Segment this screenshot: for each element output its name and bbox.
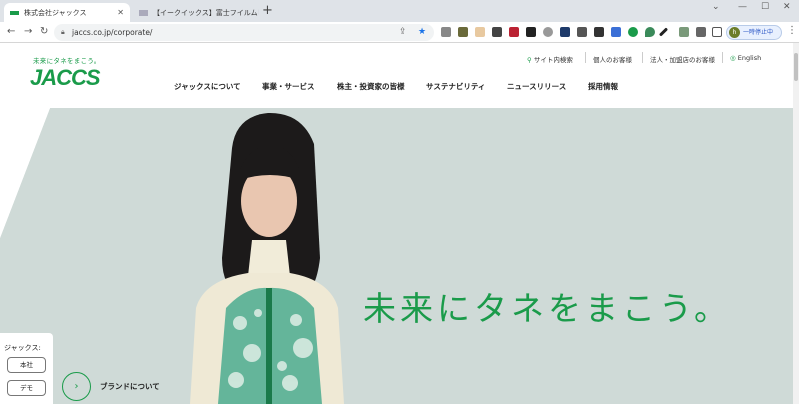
- side-panel-icon[interactable]: [712, 27, 722, 37]
- browser-toolbar: ← → ↻ 🔒︎ jaccs.co.jp/corporate/ ⇪ ★ h 一時…: [0, 22, 799, 43]
- side-button-honsha[interactable]: 本社: [7, 357, 46, 373]
- english-label: English: [737, 54, 762, 62]
- extension-bracket-icon[interactable]: [492, 27, 502, 37]
- share-icon[interactable]: ⇪: [399, 24, 407, 41]
- url-text: jaccs.co.jp/corporate/: [72, 28, 153, 37]
- equicks-favicon-icon: [139, 9, 148, 16]
- extension-shield-icon[interactable]: [560, 27, 570, 37]
- chevron-down-icon[interactable]: ⌄: [712, 2, 720, 12]
- close-window-button[interactable]: ✕: [783, 2, 791, 12]
- divider: [585, 52, 586, 63]
- divider: [722, 52, 723, 63]
- bookmark-star-icon[interactable]: ★: [418, 24, 426, 41]
- gnav-investors[interactable]: 株主・投資家の皆様: [337, 81, 405, 92]
- new-tab-button[interactable]: +: [262, 4, 273, 18]
- jaccs-favicon-icon: [10, 10, 19, 15]
- globe-icon: ◎: [730, 54, 736, 62]
- brand-link-label: ブランドについて: [100, 381, 160, 391]
- browser-tab-strip: 株式会社ジャックス ✕ 【イークイックス】富士フイルムビジネ… ✕ + ⌄ — …: [0, 0, 799, 22]
- business-customers-link[interactable]: 法人・加盟店のお客様: [650, 54, 715, 64]
- address-bar[interactable]: 🔒︎ jaccs.co.jp/corporate/ ⇪ ★: [54, 24, 434, 41]
- lock-icon: 🔒︎: [61, 28, 65, 36]
- divider: [642, 52, 643, 63]
- hero-image: [0, 108, 793, 404]
- side-widget: ジャックス: 本社 デモ: [0, 333, 53, 404]
- site-search-label: サイト内検索: [533, 56, 573, 64]
- extension-new-icon[interactable]: [611, 27, 621, 37]
- extensions-puzzle-icon[interactable]: [696, 27, 706, 37]
- extension-pen-icon[interactable]: [658, 27, 669, 37]
- profile-label: 一時停止中: [743, 29, 774, 36]
- side-button-demo[interactable]: デモ: [7, 380, 46, 396]
- extension-s-icon[interactable]: [679, 27, 689, 37]
- extension-green-circle-icon[interactable]: [628, 27, 638, 37]
- gnav-business[interactable]: 事業・サービス: [262, 81, 315, 92]
- scrollbar-thumb[interactable]: [794, 53, 798, 81]
- profile-button[interactable]: h 一時停止中: [726, 25, 782, 40]
- extension-cross-icon[interactable]: [577, 27, 587, 37]
- browser-menu-icon[interactable]: ⋮: [787, 25, 797, 36]
- hero-section: 未来にタネをまこう。: [0, 108, 793, 404]
- extension-edit-icon[interactable]: [509, 27, 519, 37]
- tab-equicks[interactable]: 【イークイックス】富士フイルムビジネ… ✕: [133, 3, 259, 22]
- english-link[interactable]: ◎ English: [730, 54, 761, 62]
- jaccs-logo[interactable]: JACCS: [30, 65, 101, 91]
- gnav-sustainability[interactable]: サステナビリティ: [426, 81, 485, 92]
- tab-title: 【イークイックス】富士フイルムビジネ…: [153, 8, 259, 17]
- forward-button[interactable]: →: [24, 25, 32, 39]
- reload-button[interactable]: ↻: [40, 25, 48, 39]
- gnav-news[interactable]: ニュースリリース: [507, 81, 566, 92]
- brand-about-link[interactable]: › ブランドについて: [62, 371, 160, 401]
- logo-tagline: 未来にタネをまこう。: [33, 57, 101, 65]
- extension-recycle-icon[interactable]: [441, 27, 451, 37]
- avatar: h: [729, 27, 740, 38]
- chevron-right-icon[interactable]: ›: [62, 371, 91, 401]
- extension-settings-icon[interactable]: [543, 27, 553, 37]
- site-header: 未来にタネをまこう。 JACCS ⚲ サイト内検索 個人のお客様 法人・加盟店の…: [0, 43, 793, 108]
- hero-catchphrase: 未来にタネをまこう。: [363, 289, 732, 328]
- gnav-recruit[interactable]: 採用情報: [588, 81, 618, 92]
- extension-translate-icon[interactable]: [594, 27, 604, 37]
- personal-customers-link[interactable]: 個人のお客様: [593, 54, 632, 64]
- extension-grid-icon[interactable]: [526, 27, 536, 37]
- extension-note-icon[interactable]: [475, 27, 485, 37]
- site-search-link[interactable]: ⚲ サイト内検索: [527, 54, 573, 64]
- minimize-button[interactable]: —: [738, 2, 747, 12]
- web-page: 未来にタネをまこう。 JACCS ⚲ サイト内検索 個人のお客様 法人・加盟店の…: [0, 43, 793, 404]
- page-scrollbar[interactable]: [793, 43, 799, 404]
- search-icon: ⚲: [527, 56, 532, 64]
- tab-title: 株式会社ジャックス: [24, 8, 87, 17]
- close-tab-icon[interactable]: ✕: [111, 8, 124, 17]
- gnav-about[interactable]: ジャックスについて: [174, 81, 241, 92]
- extension-leaf-icon[interactable]: [645, 27, 655, 37]
- back-button[interactable]: ←: [7, 25, 15, 39]
- tab-jaccs[interactable]: 株式会社ジャックス ✕: [4, 3, 130, 22]
- side-widget-title: ジャックス:: [4, 344, 41, 352]
- maximize-button[interactable]: ☐: [761, 2, 769, 12]
- extension-app-icon[interactable]: [458, 27, 468, 37]
